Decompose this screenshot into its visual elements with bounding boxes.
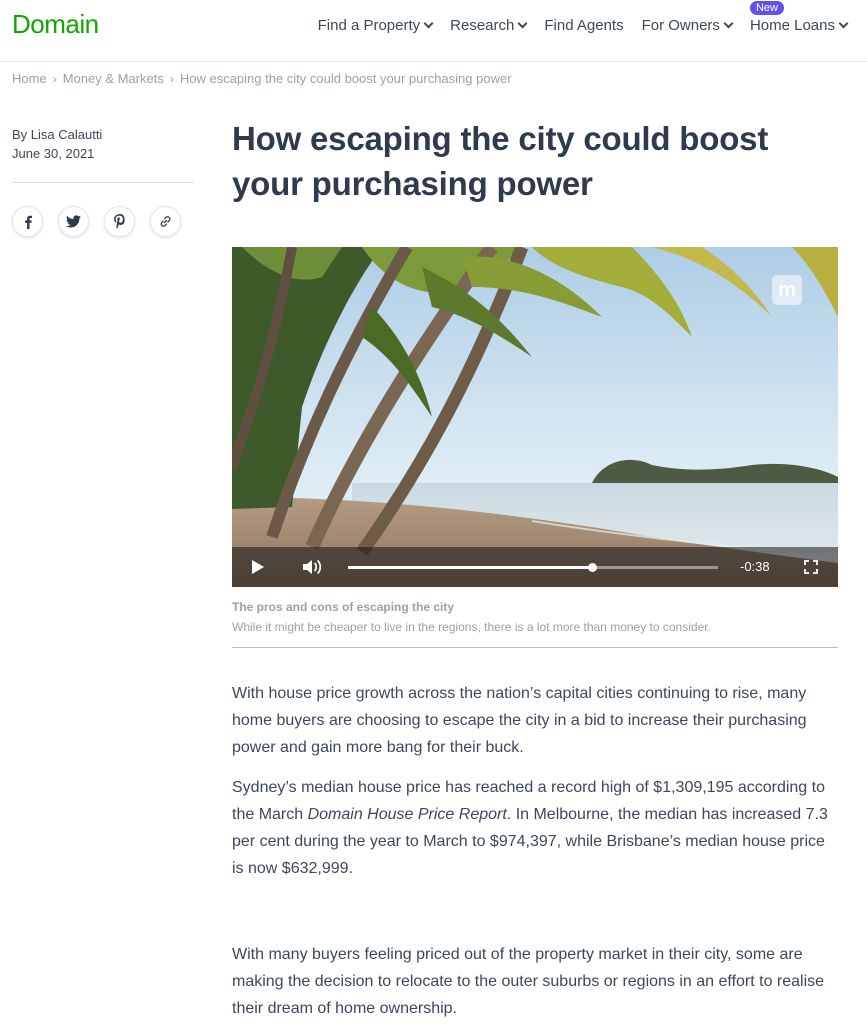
brand-watermark: m	[772, 275, 802, 305]
breadcrumb-home[interactable]: Home	[12, 71, 47, 86]
chevron-right-icon: ›	[52, 71, 57, 86]
chevron-right-icon: ›	[169, 71, 174, 86]
share-buttons	[12, 206, 181, 237]
facebook-icon	[24, 215, 32, 229]
nav-find-a-property[interactable]: Find a Property	[317, 17, 434, 34]
divider	[12, 182, 194, 183]
share-facebook-button[interactable]	[12, 206, 43, 237]
article-paragraph: With house price growth across the natio…	[232, 685, 807, 756]
nav-label: Find Agents	[544, 17, 624, 34]
article-paragraph: With many buyers feeling priced out of t…	[232, 946, 825, 1017]
video-frame-beach-palms	[232, 247, 838, 587]
divider	[232, 647, 838, 648]
link-icon	[160, 216, 171, 227]
report-name: Domain House Price Report	[307, 806, 507, 823]
nav-label: Research	[450, 17, 515, 34]
nav-home-loans[interactable]: New Home Loans	[749, 1, 849, 34]
article-title: How escaping the city could boost your p…	[232, 120, 769, 202]
breadcrumb-current: How escaping the city could boost your p…	[179, 71, 512, 86]
nav-label: Home Loans	[749, 17, 835, 34]
chevron-down-icon	[723, 18, 734, 29]
breadcrumb: Home › Money & Markets › How escaping th…	[12, 71, 512, 86]
chevron-down-icon	[517, 18, 528, 29]
chevron-down-icon	[423, 18, 434, 29]
video-player[interactable]: m -0:38	[232, 247, 838, 587]
pinterest-icon	[113, 214, 125, 229]
breadcrumb-money-markets[interactable]: Money & Markets	[63, 71, 164, 86]
fullscreen-icon[interactable]	[804, 560, 818, 574]
domain-logo[interactable]: Domain	[12, 9, 99, 40]
share-twitter-button[interactable]	[58, 206, 89, 237]
nav-find-agents[interactable]: Find Agents	[544, 17, 623, 34]
nav-label: For Owners	[641, 17, 720, 34]
nav-label: Find a Property	[317, 17, 421, 34]
article-paragraph: Sydney’s median house price has reached …	[232, 774, 838, 882]
time-remaining: -0:38	[740, 559, 770, 574]
copy-link-button[interactable]	[150, 206, 181, 237]
site-header: Domain Find a Property Research Find Age…	[0, 0, 867, 62]
publish-date: June 30, 2021	[12, 146, 95, 161]
volume-icon[interactable]	[302, 558, 324, 576]
new-badge: New	[749, 1, 784, 15]
video-progress-fill	[348, 566, 593, 569]
main-nav: Find a Property Research Find Agents For…	[317, 1, 849, 34]
chevron-down-icon	[838, 18, 849, 29]
byline: By Lisa Calautti June 30, 2021	[12, 125, 102, 163]
video-controls: -0:38	[232, 547, 838, 587]
twitter-icon	[66, 215, 81, 228]
video-progress-bar[interactable]	[348, 563, 718, 572]
nav-for-owners[interactable]: For Owners	[641, 17, 734, 34]
author-name[interactable]: By Lisa Calautti	[12, 125, 102, 144]
video-progress-handle[interactable]	[588, 563, 598, 572]
nav-research[interactable]: Research	[450, 17, 528, 34]
play-icon[interactable]	[252, 560, 264, 574]
share-pinterest-button[interactable]	[104, 206, 135, 237]
video-caption-title: The pros and cons of escaping the city	[232, 600, 455, 614]
video-caption-description: While it might be cheaper to live in the…	[232, 620, 711, 634]
